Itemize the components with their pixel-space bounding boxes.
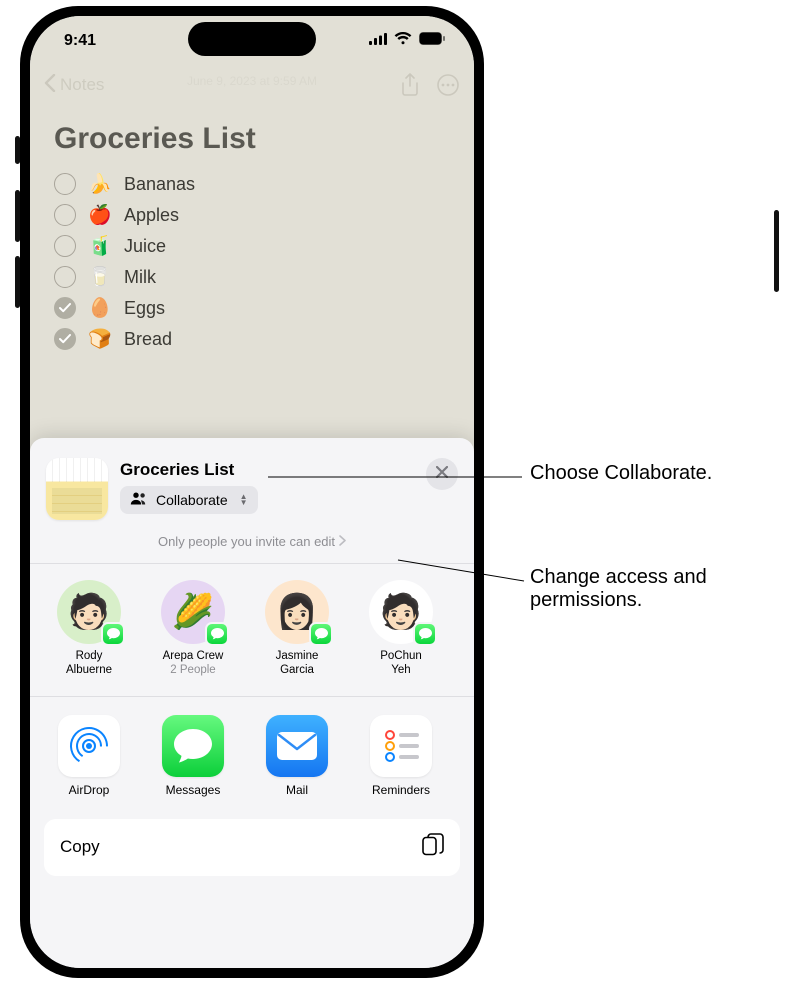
contact-name: Garcia xyxy=(256,664,338,678)
checkbox[interactable] xyxy=(54,204,76,226)
contact-name: Rody xyxy=(48,650,130,664)
checklist-item[interactable]: 🍎 Apples xyxy=(54,203,450,227)
checklist-item[interactable]: 🍞 Bread xyxy=(54,327,450,351)
clock: 9:41 xyxy=(64,32,96,50)
app-label: Reminders xyxy=(360,783,442,797)
screen: 9:41 xyxy=(30,16,474,968)
checkbox[interactable] xyxy=(54,297,76,319)
item-emoji: 🍌 xyxy=(88,172,112,196)
chevron-right-icon xyxy=(339,534,346,549)
item-label: Apples xyxy=(124,205,179,226)
checklist-item[interactable]: 🍌 Bananas xyxy=(54,172,450,196)
item-emoji: 🍞 xyxy=(88,327,112,351)
contact-name: Arepa Crew xyxy=(152,650,234,664)
contact-name: PoChun xyxy=(360,650,442,664)
dimmed-background: 9:41 xyxy=(30,16,474,454)
note-date: June 9, 2023 at 9:59 AM xyxy=(30,74,474,88)
messages-icon xyxy=(162,715,224,777)
wifi-icon xyxy=(394,32,412,50)
messages-badge-icon xyxy=(205,622,229,646)
contact-sub: 2 People xyxy=(152,664,234,678)
messages-badge-icon xyxy=(413,622,437,646)
callout-permissions: Change access and permissions. xyxy=(530,566,770,612)
item-emoji: 🥚 xyxy=(88,296,112,320)
app-label: AirDrop xyxy=(48,783,130,797)
share-sheet: Groceries List Collaborate ▲▼ xyxy=(30,438,474,968)
checklist-item[interactable]: 🧃 Juice xyxy=(54,234,450,258)
item-emoji: 🍎 xyxy=(88,203,112,227)
item-label: Bananas xyxy=(124,174,195,195)
chevron-updown-icon: ▲▼ xyxy=(240,494,248,506)
messages-badge-icon xyxy=(101,622,125,646)
item-label: Juice xyxy=(124,236,166,257)
item-label: Bread xyxy=(124,329,172,350)
contact[interactable]: 👩🏻JasmineGarcia xyxy=(256,580,338,678)
checklist: 🍌 Bananas 🍎 Apples 🧃 Juice 🥛 Milk 🥚 Eggs 🍞 Bread xyxy=(54,172,450,351)
iphone-frame: 9:41 xyxy=(20,6,484,978)
app-label: Mail xyxy=(256,783,338,797)
permissions-row[interactable]: Only people you invite can edit xyxy=(30,520,474,561)
reminders-icon xyxy=(370,715,432,777)
share-app-mail[interactable]: Mail xyxy=(256,715,338,797)
callout-collaborate: Choose Collaborate. xyxy=(530,462,712,485)
apps-row: AirDrop Messages Mail Reminders xyxy=(30,697,474,797)
share-mode-label: Collaborate xyxy=(156,492,228,508)
checklist-item[interactable]: 🥚 Eggs xyxy=(54,296,450,320)
note-title: Groceries List xyxy=(54,122,450,156)
messages-badge-icon xyxy=(309,622,333,646)
checkbox[interactable] xyxy=(54,173,76,195)
mail-icon xyxy=(266,715,328,777)
people-icon xyxy=(130,492,148,508)
contact[interactable]: 🧑🏻PoChunYeh xyxy=(360,580,442,678)
copy-icon xyxy=(422,833,444,862)
item-label: Eggs xyxy=(124,298,165,319)
share-app-reminders[interactable]: Reminders xyxy=(360,715,442,797)
app-label: Messages xyxy=(152,783,234,797)
airdrop-icon xyxy=(58,715,120,777)
share-mode-selector[interactable]: Collaborate ▲▼ xyxy=(120,486,258,514)
checkbox[interactable] xyxy=(54,328,76,350)
contact[interactable]: 🌽Arepa Crew2 People xyxy=(152,580,234,678)
copy-label: Copy xyxy=(60,837,100,857)
permissions-text: Only people you invite can edit xyxy=(158,534,335,549)
contact-name: Yeh xyxy=(360,664,442,678)
contact[interactable]: 🧑🏻RodyAlbuerne xyxy=(48,580,130,678)
checklist-item[interactable]: 🥛 Milk xyxy=(54,265,450,289)
cellular-icon xyxy=(369,32,387,50)
battery-icon xyxy=(419,32,446,50)
copy-action[interactable]: Copy xyxy=(44,819,460,876)
notes-app-icon xyxy=(46,458,108,520)
dynamic-island xyxy=(188,22,316,56)
item-emoji: 🧃 xyxy=(88,234,112,258)
contact-name: Albuerne xyxy=(48,664,130,678)
share-app-airdrop[interactable]: AirDrop xyxy=(48,715,130,797)
item-emoji: 🥛 xyxy=(88,265,112,289)
checkbox[interactable] xyxy=(54,266,76,288)
share-app-messages[interactable]: Messages xyxy=(152,715,234,797)
item-label: Milk xyxy=(124,267,156,288)
checkbox[interactable] xyxy=(54,235,76,257)
contact-name: Jasmine xyxy=(256,650,338,664)
